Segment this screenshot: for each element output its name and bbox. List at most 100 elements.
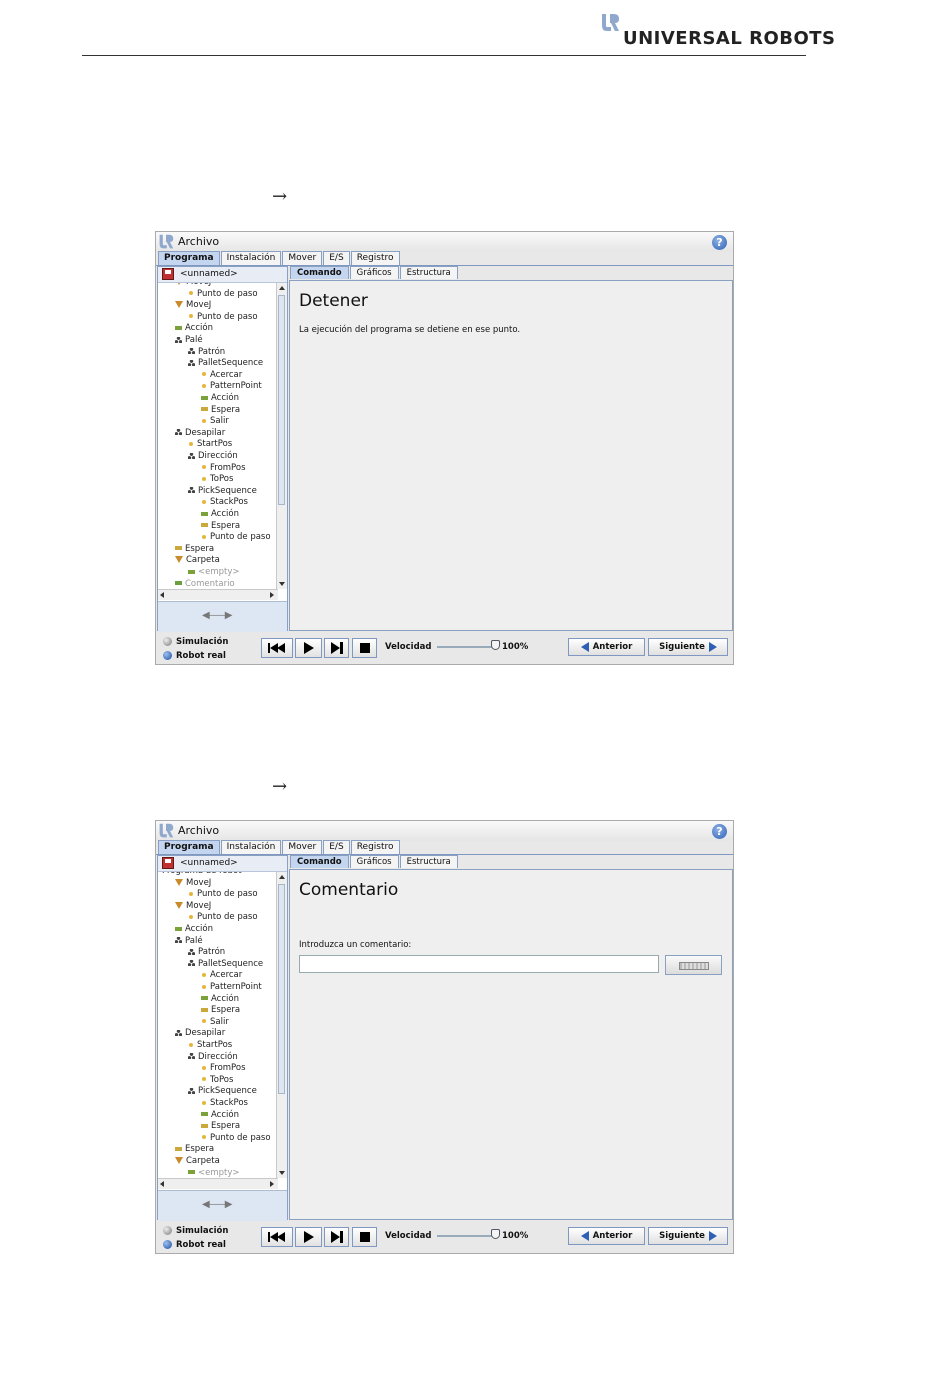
scroll-right-icon[interactable] bbox=[270, 1181, 274, 1187]
save-icon[interactable] bbox=[162, 268, 174, 280]
file-menu[interactable]: Archivo bbox=[178, 824, 219, 837]
tree-node[interactable]: StartPos bbox=[188, 439, 232, 450]
tree-node[interactable]: Programa de robot bbox=[162, 872, 242, 877]
speed-slider-knob[interactable] bbox=[491, 1229, 500, 1239]
tree-horizontal-scrollbar[interactable] bbox=[158, 589, 278, 600]
mode-simulation[interactable]: Simulación bbox=[163, 637, 228, 648]
rewind-button[interactable] bbox=[261, 1227, 293, 1247]
tree-node[interactable]: Punto de paso bbox=[188, 889, 258, 900]
tree-node[interactable]: FromPos bbox=[201, 1063, 246, 1074]
real-robot-radio-icon[interactable] bbox=[163, 1240, 172, 1249]
help-icon[interactable]: ? bbox=[712, 824, 727, 839]
tree-node[interactable]: MoveJ bbox=[175, 300, 211, 311]
tab-instalacion[interactable]: Instalación bbox=[220, 840, 282, 854]
simulation-radio-icon[interactable] bbox=[163, 1226, 172, 1235]
real-robot-radio-icon[interactable] bbox=[163, 651, 172, 660]
tree-node[interactable]: Acercar bbox=[201, 370, 242, 381]
previous-button[interactable]: Anterior bbox=[568, 638, 645, 656]
tree-node[interactable]: Desapilar bbox=[175, 428, 225, 439]
tree-node[interactable]: Punto de paso bbox=[188, 312, 258, 323]
tree-node[interactable]: MoveJ bbox=[175, 283, 211, 288]
tree-vertical-scrollbar[interactable] bbox=[276, 872, 287, 1178]
tree-node[interactable]: PickSequence bbox=[188, 1086, 257, 1097]
tree-node[interactable]: Espera bbox=[175, 1144, 214, 1155]
play-button[interactable] bbox=[295, 638, 322, 658]
tab-mover[interactable]: Mover bbox=[282, 840, 323, 854]
step-button[interactable] bbox=[324, 1227, 349, 1247]
simulation-radio-icon[interactable] bbox=[163, 637, 172, 646]
tab-comando[interactable]: Comando bbox=[290, 855, 349, 868]
previous-button[interactable]: Anterior bbox=[568, 1227, 645, 1245]
scroll-down-icon[interactable] bbox=[279, 582, 285, 586]
tree-node[interactable]: Patrón bbox=[188, 947, 225, 958]
tree-node[interactable]: Espera bbox=[175, 544, 214, 555]
tree-node[interactable]: StartPos bbox=[188, 1040, 232, 1051]
next-button[interactable]: Siguiente bbox=[648, 638, 728, 656]
tree-node[interactable]: Acción bbox=[201, 509, 239, 520]
speed-slider-knob[interactable] bbox=[491, 640, 500, 650]
tree-node[interactable]: Espera bbox=[201, 521, 240, 532]
tree-node[interactable]: Punto de paso bbox=[201, 1133, 271, 1144]
tree-horizontal-scrollbar[interactable] bbox=[158, 1178, 278, 1189]
tree-node[interactable]: Punto de paso bbox=[188, 289, 258, 300]
drag-handle-icon[interactable]: ◀‒‒‒▶ bbox=[202, 1199, 232, 1210]
tree-node[interactable]: MoveJ bbox=[175, 878, 211, 889]
tree-node[interactable]: Espera bbox=[201, 1005, 240, 1016]
tab-estructura[interactable]: Estructura bbox=[399, 266, 458, 279]
tree-node[interactable]: StackPos bbox=[201, 1098, 248, 1109]
next-button[interactable]: Siguiente bbox=[648, 1227, 728, 1245]
scroll-left-icon[interactable] bbox=[160, 1181, 164, 1187]
tree-node[interactable]: Comentario bbox=[175, 579, 235, 589]
scroll-up-icon[interactable] bbox=[279, 875, 285, 879]
tree-node[interactable]: PalletSequence bbox=[188, 959, 263, 970]
scroll-thumb[interactable] bbox=[278, 884, 285, 1094]
scroll-left-icon[interactable] bbox=[160, 592, 164, 598]
tree-node[interactable]: <empty> bbox=[188, 567, 240, 578]
stop-button[interactable] bbox=[352, 638, 377, 658]
tree-node[interactable]: Punto de paso bbox=[201, 532, 271, 543]
tree-node[interactable]: PatternPoint bbox=[201, 381, 262, 392]
tree-node[interactable]: Espera bbox=[201, 405, 240, 416]
tab-mover[interactable]: Mover bbox=[282, 251, 323, 265]
play-button[interactable] bbox=[295, 1227, 322, 1247]
tree-node[interactable]: MoveJ bbox=[175, 901, 211, 912]
scroll-up-icon[interactable] bbox=[279, 286, 285, 290]
tab-programa[interactable]: Programa bbox=[158, 251, 220, 265]
tree-node[interactable]: Palé bbox=[175, 335, 203, 346]
tree-node[interactable]: Carpeta bbox=[175, 555, 220, 566]
tab-programa[interactable]: Programa bbox=[158, 840, 220, 854]
mode-simulation[interactable]: Simulación bbox=[163, 1226, 228, 1237]
tree-node[interactable]: Acercar bbox=[201, 970, 242, 981]
tree-node[interactable]: Palé bbox=[175, 936, 203, 947]
tree-vertical-scrollbar[interactable] bbox=[276, 283, 287, 589]
mode-real-robot[interactable]: Robot real bbox=[163, 1240, 226, 1251]
tree-node[interactable]: Acción bbox=[175, 323, 213, 334]
scroll-right-icon[interactable] bbox=[270, 592, 274, 598]
tree-node[interactable]: Carpeta bbox=[175, 1156, 220, 1167]
tab-registro[interactable]: Registro bbox=[350, 251, 400, 265]
tree-node[interactable]: PatternPoint bbox=[201, 982, 262, 993]
tree-node[interactable]: Acción bbox=[201, 1110, 239, 1121]
tree-node[interactable]: Salir bbox=[201, 1017, 229, 1028]
drag-handle-icon[interactable]: ◀‒‒‒▶ bbox=[202, 610, 232, 621]
mode-real-robot[interactable]: Robot real bbox=[163, 651, 226, 662]
tab-comando[interactable]: Comando bbox=[290, 266, 349, 279]
tree-node[interactable]: Desapilar bbox=[175, 1028, 225, 1039]
tree-node[interactable]: <empty> bbox=[188, 1168, 240, 1178]
tree-node[interactable]: Espera bbox=[201, 1121, 240, 1132]
tree-node[interactable]: Dirección bbox=[188, 1052, 238, 1063]
stop-button[interactable] bbox=[352, 1227, 377, 1247]
tree-node[interactable]: Dirección bbox=[188, 451, 238, 462]
tree-node[interactable]: Acción bbox=[201, 994, 239, 1005]
tree-node[interactable]: PickSequence bbox=[188, 486, 257, 497]
tree-node[interactable]: Acción bbox=[201, 393, 239, 404]
scroll-down-icon[interactable] bbox=[279, 1171, 285, 1175]
tree-node[interactable]: Acción bbox=[175, 924, 213, 935]
tree-node[interactable]: FromPos bbox=[201, 463, 246, 474]
tree-node[interactable]: ToPos bbox=[201, 474, 233, 485]
save-icon[interactable] bbox=[162, 857, 174, 869]
comment-input[interactable] bbox=[299, 955, 659, 973]
rewind-button[interactable] bbox=[261, 638, 293, 658]
tree-node[interactable]: ToPos bbox=[201, 1075, 233, 1086]
tab-es[interactable]: E/S bbox=[323, 251, 350, 265]
